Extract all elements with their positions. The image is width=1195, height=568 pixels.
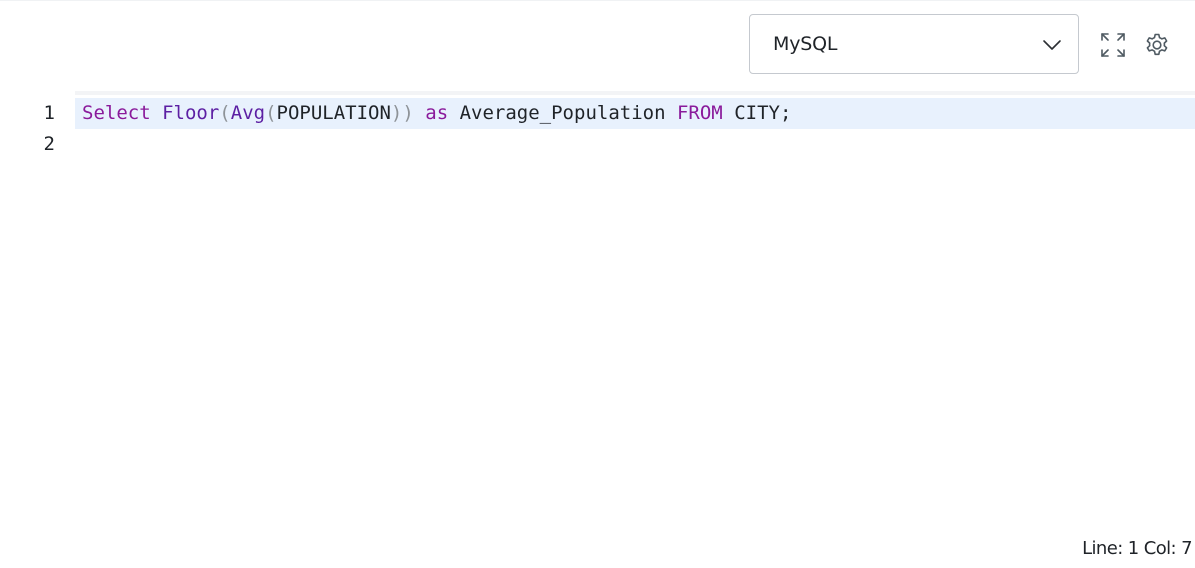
editor-toolbar: MySQL bbox=[0, 1, 1195, 91]
code-token-paren: )) bbox=[390, 102, 414, 124]
expand-icon[interactable] bbox=[1099, 31, 1127, 59]
code-text-area[interactable]: Select Floor(Avg(POPULATION)) as Average… bbox=[75, 98, 1195, 160]
line-number: 2 bbox=[43, 133, 55, 155]
line-number: 1 bbox=[43, 102, 55, 124]
code-editor-panel: MySQL 1 2 Select Floor(Avg(POPULATION)) … bbox=[0, 0, 1195, 568]
cursor-position-status: Line: 1 Col: 7 bbox=[1082, 538, 1193, 559]
code-token-ident: CITY; bbox=[734, 102, 792, 124]
chevron-down-icon bbox=[1043, 40, 1061, 50]
language-select-value: MySQL bbox=[773, 33, 838, 55]
code-token-paren: ( bbox=[219, 102, 231, 124]
language-select[interactable]: MySQL bbox=[749, 14, 1079, 74]
code-line-active[interactable]: Select Floor(Avg(POPULATION)) as Average… bbox=[75, 98, 1195, 129]
code-editor[interactable]: 1 2 Select Floor(Avg(POPULATION)) as Ave… bbox=[0, 91, 1195, 531]
code-token-func: Avg bbox=[230, 102, 266, 124]
code-token-ident: POPULATION bbox=[276, 102, 391, 124]
code-token-paren: ( bbox=[265, 102, 277, 124]
line-number-gutter: 1 2 bbox=[0, 98, 75, 160]
code-line[interactable] bbox=[75, 129, 1195, 160]
code-token-keyword: FROM bbox=[676, 102, 723, 124]
code-token-keyword: Select bbox=[82, 102, 151, 124]
gear-icon[interactable] bbox=[1143, 31, 1171, 59]
editor-top-border bbox=[75, 91, 1195, 95]
code-token-func: Floor bbox=[162, 102, 220, 124]
code-token-ident: Average_Population bbox=[459, 102, 666, 124]
code-token-keyword: as bbox=[425, 102, 449, 124]
